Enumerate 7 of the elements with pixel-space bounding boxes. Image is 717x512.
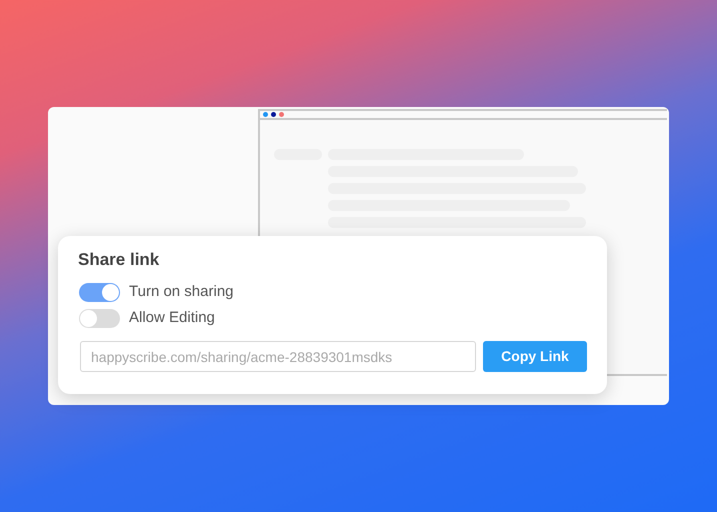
link-field[interactable]: happyscribe.com/sharing/acme-28839301msdks: [80, 341, 476, 372]
copy-link-button[interactable]: Copy Link: [483, 341, 587, 372]
toggle-label: Turn on sharing: [129, 282, 234, 302]
dialog-title: Share link: [78, 249, 160, 271]
toggle-label: Allow Editing: [129, 308, 215, 328]
toggle-switch[interactable]: [79, 282, 120, 302]
toggle-switch[interactable]: [79, 308, 120, 328]
